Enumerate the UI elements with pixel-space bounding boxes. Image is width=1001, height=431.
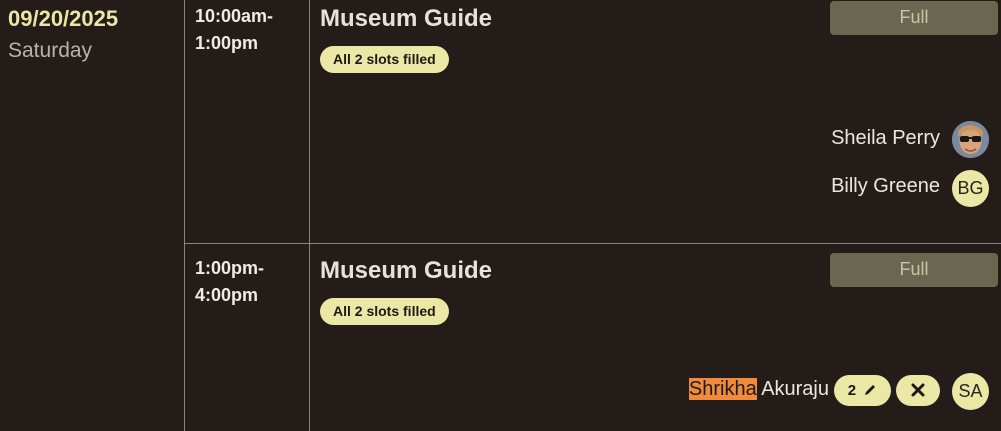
pencil-icon: [865, 385, 876, 395]
volunteer-name-billy-greene[interactable]: Billy Greene: [831, 175, 940, 198]
shift-1-time-start: 10:00am-: [195, 6, 274, 26]
shift-1-full-button[interactable]: Full: [830, 1, 998, 35]
shift-date: 09/20/2025: [8, 6, 119, 31]
date-column: 09/20/2025 Saturday: [0, 0, 185, 431]
shift-2-status-badge: All 2 slots filled: [320, 298, 449, 325]
person-photo-icon: [952, 121, 989, 158]
shift-1-status-badge: All 2 slots filled: [320, 46, 449, 73]
shift-2-title: Museum Guide: [320, 257, 493, 284]
remove-volunteer-button[interactable]: [896, 375, 940, 406]
avatar[interactable]: BG: [952, 170, 989, 207]
shift-2-time: 1:00pm- 4:00pm: [195, 255, 305, 309]
shift-1-time-end: 1:00pm: [195, 33, 259, 53]
shift-2-time-start: 1:00pm-: [195, 258, 265, 278]
volunteer-name-sheila-perry[interactable]: Sheila Perry: [831, 127, 940, 150]
avatar[interactable]: [952, 121, 989, 158]
shift-2-time-end: 4:00pm: [195, 285, 259, 305]
edit-slots-button[interactable]: 2: [834, 375, 891, 406]
shift-weekday: Saturday: [8, 39, 93, 62]
slot-count: 2: [847, 382, 857, 399]
shift-2-full-button[interactable]: Full: [830, 253, 998, 287]
volunteer-name-rest: Akuraju: [756, 378, 829, 400]
close-icon: [911, 383, 925, 397]
search-highlight: Shrikha: [688, 378, 757, 400]
volunteer-name-shrikha-akuraju[interactable]: Shrikha Akuraju: [688, 378, 829, 401]
row-divider: [185, 243, 1001, 244]
shift-1-title: Museum Guide: [320, 5, 493, 32]
shift-1-time: 10:00am- 1:00pm: [195, 3, 305, 57]
avatar[interactable]: SA: [952, 373, 989, 410]
time-column: 10:00am- 1:00pm 1:00pm- 4:00pm: [185, 0, 310, 431]
